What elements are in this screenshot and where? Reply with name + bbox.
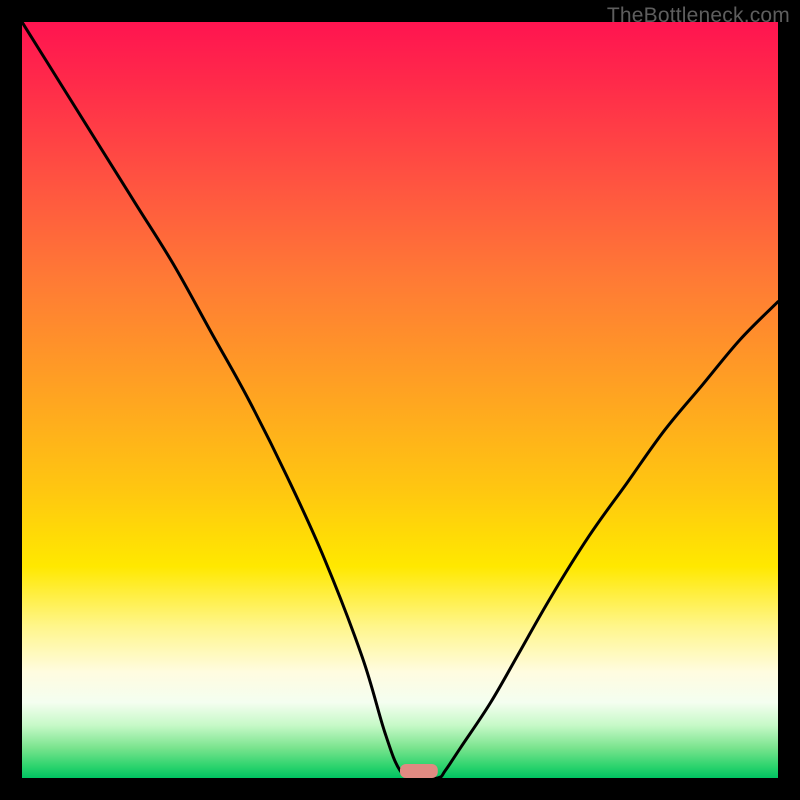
plateau-marker xyxy=(400,764,438,778)
bottleneck-curve xyxy=(22,22,778,778)
plot-area xyxy=(22,22,778,778)
chart-frame: TheBottleneck.com xyxy=(0,0,800,800)
curve-svg xyxy=(22,22,778,778)
watermark-text: TheBottleneck.com xyxy=(607,4,790,28)
